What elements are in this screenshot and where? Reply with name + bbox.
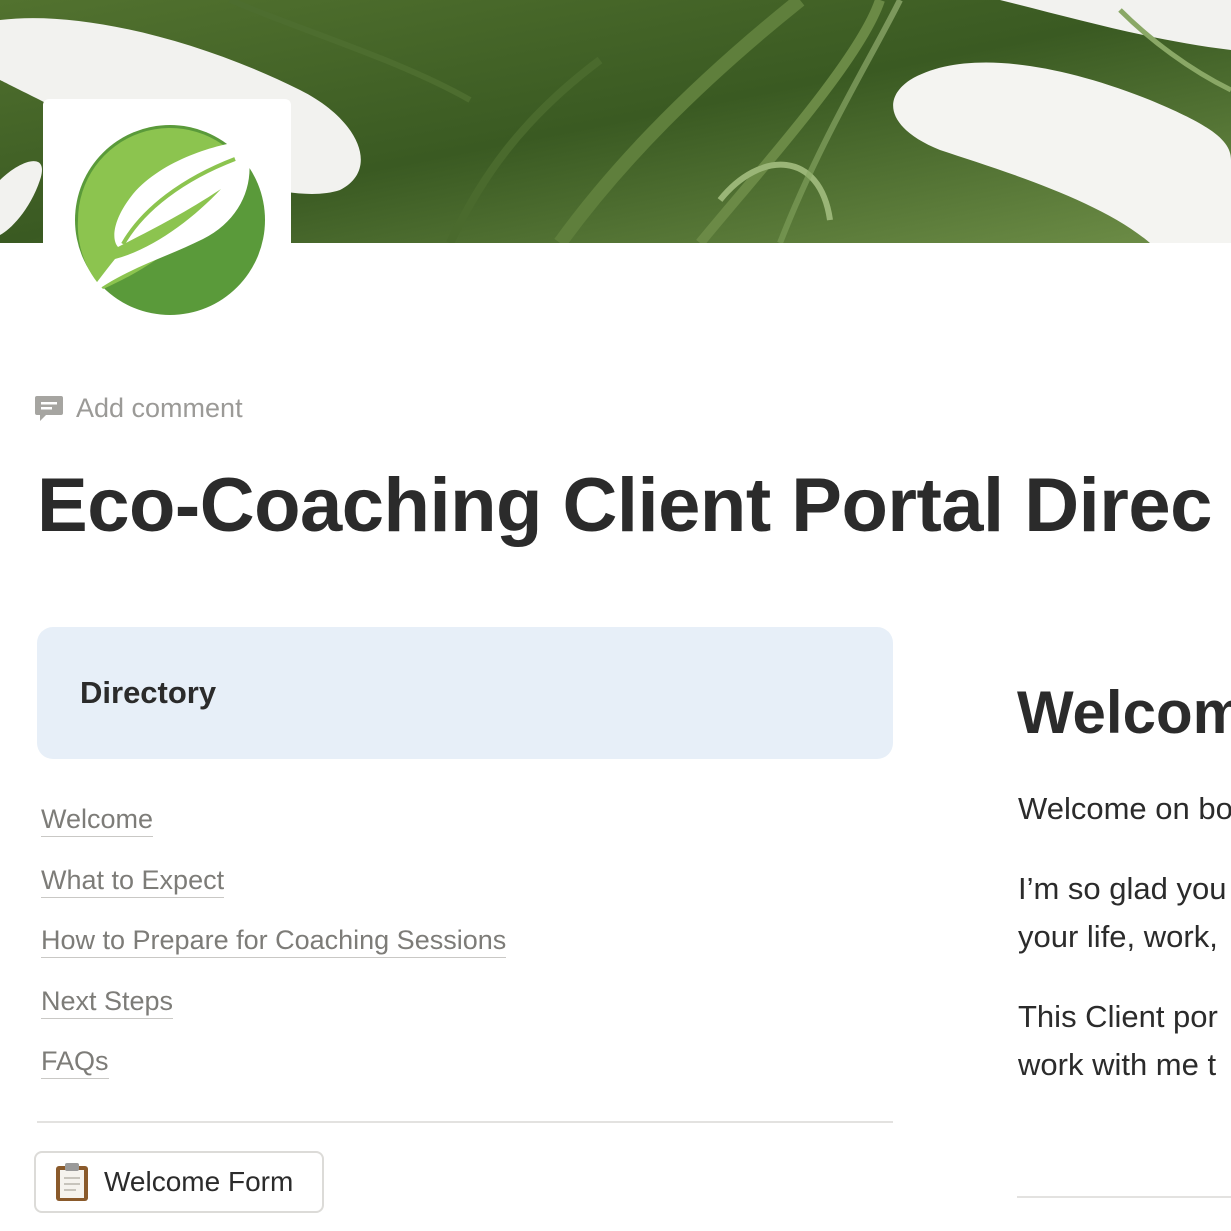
add-comment-button[interactable]: Add comment [34, 390, 243, 426]
add-comment-label: Add comment [76, 392, 243, 423]
divider [37, 1121, 893, 1123]
directory-callout: Directory [37, 627, 893, 759]
welcome-heading: Welcom [1017, 679, 1231, 746]
toc-link-faqs[interactable]: FAQs [41, 1046, 109, 1079]
toc-link-how-to-prepare[interactable]: How to Prepare for Coaching Sessions [41, 925, 507, 958]
clipboard-icon [56, 1163, 88, 1201]
green-leaf-logo-icon [75, 125, 265, 315]
welcome-paragraph-3-line-2: work with me t [1018, 1047, 1217, 1082]
page-icon[interactable] [43, 99, 291, 347]
comment-icon [35, 396, 63, 421]
welcome-paragraph-2-line-2: your life, work, [1018, 919, 1218, 954]
toc-link-next-steps[interactable]: Next Steps [41, 986, 174, 1019]
directory-heading: Directory [80, 675, 217, 710]
toc-link-what-to-expect[interactable]: What to Expect [41, 865, 225, 898]
divider [1017, 1196, 1231, 1198]
notion-page: Add comment Eco-Coaching Client Portal D… [0, 0, 1231, 1231]
welcome-form-button[interactable]: Welcome Form [34, 1151, 324, 1213]
welcome-paragraph-2-line-1: I’m so glad you [1018, 871, 1227, 906]
welcome-paragraph-1: Welcome on bo [1018, 791, 1231, 826]
welcome-form-label: Welcome Form [104, 1166, 294, 1197]
toc-link-welcome[interactable]: Welcome [41, 804, 154, 837]
welcome-paragraph-3-line-1: This Client por [1018, 999, 1218, 1034]
page-title[interactable]: Eco-Coaching Client Portal Direc [37, 462, 1212, 549]
